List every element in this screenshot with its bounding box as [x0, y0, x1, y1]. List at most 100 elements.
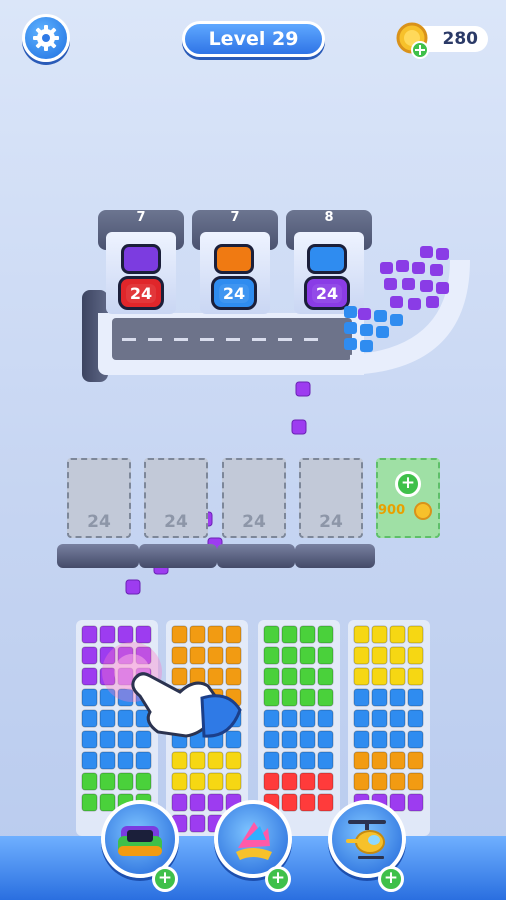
stack-block	[299, 625, 316, 644]
stack-block	[299, 772, 316, 791]
stack-block	[389, 730, 406, 749]
stack-block	[317, 667, 334, 686]
bin-shelf	[295, 544, 375, 568]
stack-block	[225, 751, 242, 770]
stack-block	[299, 688, 316, 707]
stack-block	[371, 709, 388, 728]
stack-block	[371, 730, 388, 749]
stack-block	[371, 625, 388, 644]
stack-block	[263, 772, 280, 791]
holding-bin: 24	[144, 458, 208, 538]
stack-block	[281, 730, 298, 749]
stack-block	[317, 625, 334, 644]
plus-icon: +	[265, 866, 291, 892]
stack-block	[389, 688, 406, 707]
stack-block	[353, 688, 370, 707]
settings-button[interactable]	[22, 14, 70, 62]
bin-value: 24	[125, 283, 157, 303]
stack-block	[299, 646, 316, 665]
stack-block	[263, 709, 280, 728]
stack-block	[353, 709, 370, 728]
unlock-bin-button[interactable]	[376, 458, 440, 538]
stack-block	[317, 772, 334, 791]
stack-block	[263, 730, 280, 749]
stack-block	[407, 646, 424, 665]
stack-block	[263, 646, 280, 665]
stack-block	[81, 730, 98, 749]
stack-block	[407, 667, 424, 686]
gear-icon	[33, 25, 59, 51]
stack-block	[81, 688, 98, 707]
stack-block	[371, 688, 388, 707]
level-indicator: Level 29	[182, 21, 325, 57]
pointer-hand-icon	[102, 642, 242, 738]
stack-block	[389, 709, 406, 728]
stack-block	[353, 625, 370, 644]
track-marking	[304, 338, 318, 341]
bin-capacity: 24	[319, 512, 343, 532]
stack-block	[81, 772, 98, 791]
plus-icon: +	[395, 471, 421, 497]
coin-icon	[414, 502, 432, 520]
stack-block	[81, 793, 98, 812]
stack-block	[171, 772, 188, 791]
target-bin: 24	[211, 276, 257, 310]
stack-block	[99, 751, 116, 770]
coin-icon	[396, 22, 429, 59]
unlock-cost: 900	[378, 503, 405, 518]
stack-block	[407, 625, 424, 644]
stack-block	[225, 772, 242, 791]
stack-block	[281, 667, 298, 686]
tray-icon	[118, 826, 162, 856]
stack-block	[281, 646, 298, 665]
stack-block	[317, 793, 334, 812]
level-label: Level 29	[208, 28, 299, 50]
stack-block	[389, 646, 406, 665]
stack-block	[281, 688, 298, 707]
stack-block	[389, 751, 406, 770]
track-marking	[148, 338, 162, 341]
slot-count: 8	[324, 210, 334, 225]
unlock-cost-value: 900	[378, 503, 406, 518]
stack-block	[371, 772, 388, 791]
slot-count: 7	[230, 210, 240, 225]
stack-block	[371, 667, 388, 686]
stack-block	[353, 667, 370, 686]
stack-block	[371, 646, 388, 665]
holding-bin: 24	[67, 458, 131, 538]
stack-block	[207, 772, 224, 791]
bin-capacity: 24	[87, 512, 111, 532]
stack-block	[117, 751, 134, 770]
track-marking	[226, 338, 240, 341]
stack-block	[407, 730, 424, 749]
stack-block	[81, 646, 98, 665]
conveyor-blocks	[344, 246, 449, 352]
stack-block	[353, 646, 370, 665]
stack-block	[299, 751, 316, 770]
target-bin-top	[214, 244, 254, 274]
track-marking	[252, 338, 266, 341]
plus-icon: +	[378, 866, 404, 892]
stack-block	[317, 646, 334, 665]
block-stack[interactable]	[262, 624, 336, 834]
helicopter-icon	[346, 820, 386, 859]
track-marking	[174, 338, 188, 341]
shuffle-arrows-icon	[236, 822, 272, 860]
stack-block	[407, 793, 424, 812]
stack-block	[81, 751, 98, 770]
stack-block	[281, 772, 298, 791]
stack-block	[353, 772, 370, 791]
stack-block	[99, 772, 116, 791]
stack-block	[171, 751, 188, 770]
stack-block	[281, 709, 298, 728]
bin-value: 24	[218, 283, 250, 303]
stack-block	[81, 709, 98, 728]
stack-block	[299, 793, 316, 812]
stack-block	[389, 625, 406, 644]
bin-shelf	[217, 544, 295, 568]
slot-count: 7	[136, 210, 146, 225]
stack-block	[189, 751, 206, 770]
stack-block	[389, 772, 406, 791]
bin-shelf	[57, 544, 139, 568]
stack-block	[263, 751, 280, 770]
